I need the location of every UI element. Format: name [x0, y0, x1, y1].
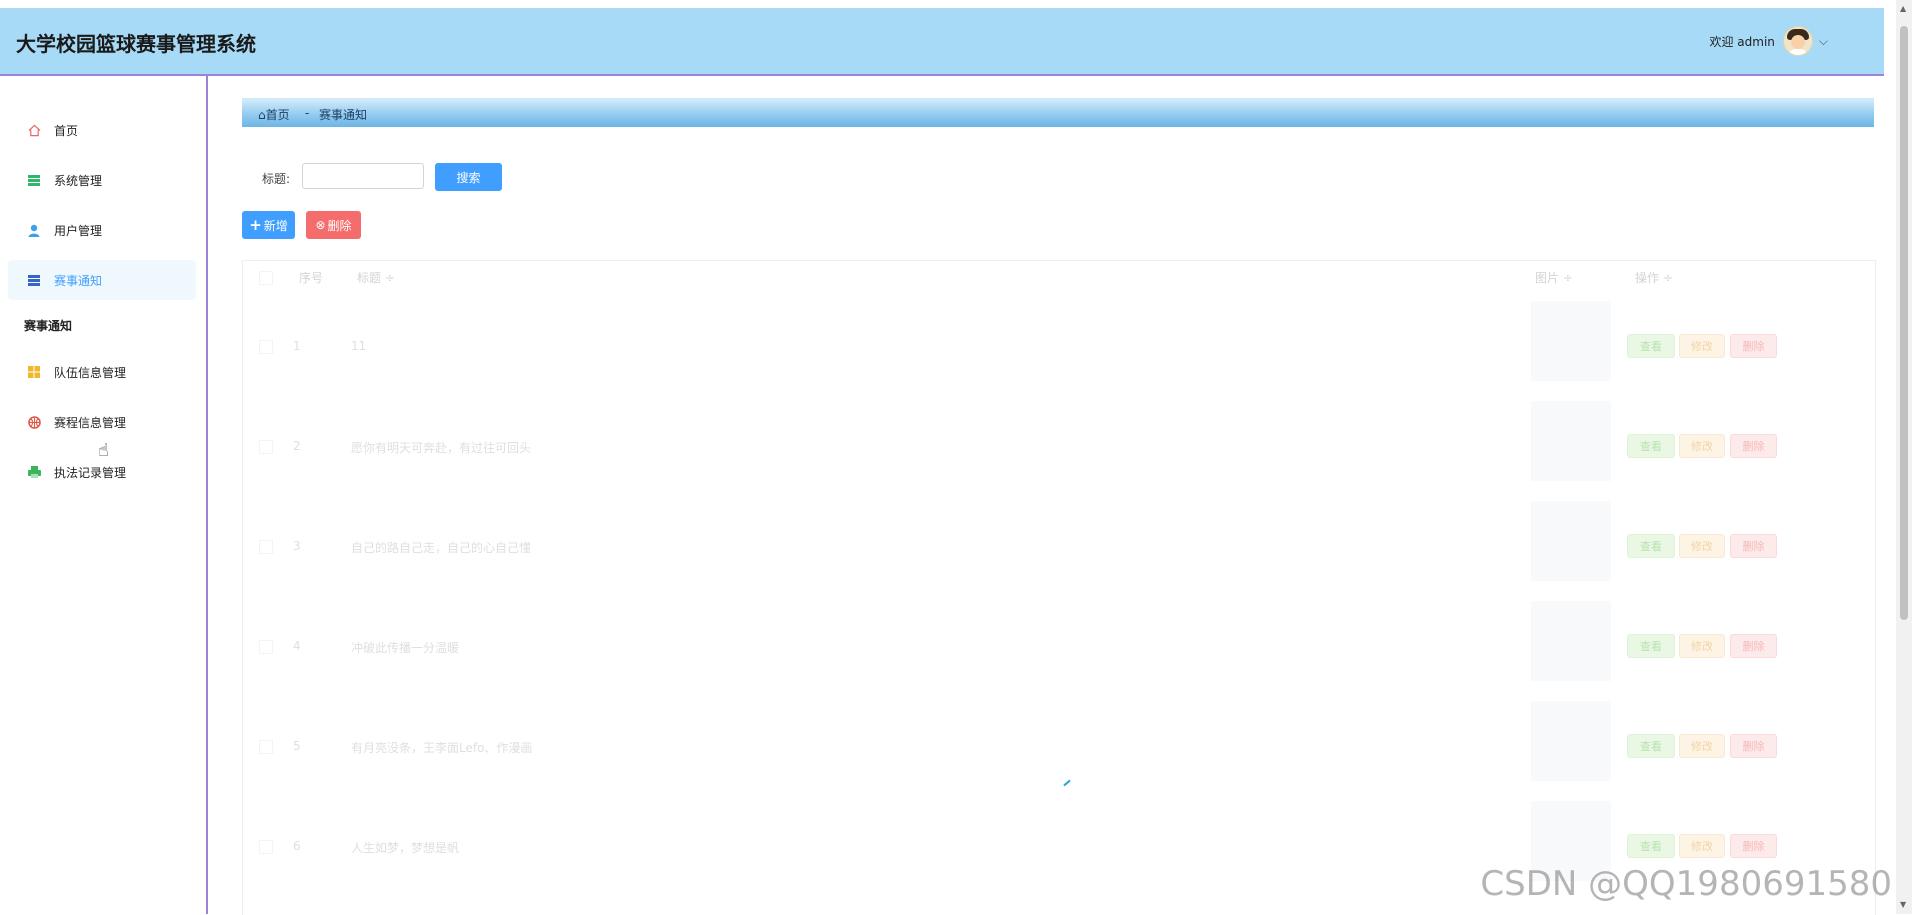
row-image [1531, 701, 1611, 781]
plus-icon: + [249, 216, 262, 234]
home-icon: ⌂ [258, 108, 266, 122]
chevron-down-icon[interactable]: ⌵ [1819, 34, 1828, 49]
sidebar-item-label: 首页 [54, 123, 79, 138]
row-title: 11 [351, 339, 367, 353]
table-row: 4 冲破此传播一分温暖 查看 修改 删除 [243, 601, 1875, 701]
scroll-up-icon[interactable]: ▲ [1900, 4, 1906, 13]
edit-button[interactable]: 修改 [1679, 734, 1725, 758]
sidebar-submenu-notices[interactable]: 赛事通知 [24, 317, 72, 334]
table-row: 2 愿你有明天可奔赴，有过往可回头 查看 修改 删除 [243, 401, 1875, 501]
sidebar-item-home[interactable]: 首页 [8, 110, 196, 150]
row-index: 4 [293, 639, 301, 653]
column-header-index: 序号 [299, 271, 324, 285]
printer-icon [26, 464, 42, 480]
row-checkbox[interactable] [259, 340, 273, 354]
view-button[interactable]: 查看 [1627, 534, 1675, 558]
add-button[interactable]: + 新增 [242, 211, 295, 239]
row-index: 3 [293, 539, 301, 553]
row-title: 人生如梦，梦想是帆 [351, 841, 460, 855]
edit-button[interactable]: 修改 [1679, 334, 1725, 358]
row-delete-button[interactable]: 删除 [1730, 434, 1777, 458]
app-title: 大学校园篮球赛事管理系统 [16, 32, 256, 56]
row-image [1531, 301, 1611, 381]
avatar[interactable] [1782, 26, 1813, 56]
row-image [1531, 501, 1611, 581]
search-input[interactable] [302, 163, 424, 189]
grid-icon [26, 364, 42, 380]
row-title: 愿你有明天可奔赴，有过往可回头 [351, 441, 532, 455]
globe-icon [26, 414, 42, 430]
close-circle-icon: ⊗ [315, 218, 326, 232]
sidebar-item-system[interactable]: 系统管理 [8, 160, 196, 200]
column-header-actions[interactable]: 操作 ÷ [1635, 269, 1673, 286]
table-row: 5 有月亮没条，王李面Lefo、作漫画 查看 修改 删除 [243, 701, 1875, 801]
sidebar-item-notices[interactable]: 赛事通知 [8, 260, 196, 300]
home-icon [26, 122, 42, 138]
watermark: CSDN @QQ1980691580 [1480, 864, 1892, 904]
row-delete-button[interactable]: 删除 [1730, 634, 1777, 658]
list-icon [26, 272, 42, 288]
sidebar-item-label: 用户管理 [54, 223, 103, 238]
edit-button[interactable]: 修改 [1679, 434, 1725, 458]
row-image [1531, 401, 1611, 481]
breadcrumb-separator: - [305, 106, 310, 120]
row-image [1531, 601, 1611, 681]
search-button[interactable]: 搜索 [435, 163, 502, 191]
row-delete-button[interactable]: 删除 [1730, 334, 1777, 358]
view-button[interactable]: 查看 [1627, 634, 1675, 658]
top-header: 大学校园篮球赛事管理系统 欢迎 admin ⌵ [0, 8, 1884, 76]
delete-button[interactable]: ⊗ 删除 [306, 211, 361, 239]
row-index: 1 [293, 339, 301, 353]
hand-cursor-icon: ☝ [98, 440, 109, 461]
row-checkbox[interactable] [259, 540, 273, 554]
breadcrumb-home[interactable]: ⌂首页 [258, 106, 290, 123]
view-button[interactable]: 查看 [1627, 434, 1675, 458]
row-delete-button[interactable]: 删除 [1730, 534, 1777, 558]
edit-button[interactable]: 修改 [1679, 534, 1725, 558]
page-scrollbar[interactable]: ▲ ▼ [1896, 0, 1912, 914]
row-checkbox[interactable] [259, 640, 273, 654]
row-checkbox[interactable] [259, 440, 273, 454]
column-header-image[interactable]: 图片 ÷ [1535, 269, 1573, 286]
sidebar-item-label: 系统管理 [54, 173, 103, 188]
table-row: 1 11 查看 修改 删除 [243, 301, 1875, 401]
view-button[interactable]: 查看 [1627, 834, 1675, 858]
row-delete-button[interactable]: 删除 [1730, 734, 1777, 758]
sidebar-item-users[interactable]: 用户管理 [8, 210, 196, 250]
row-title: 有月亮没条，王李面Lefo、作漫画 [351, 741, 533, 755]
notice-table: 序号 标题 ÷ 图片 ÷ 操作 ÷ 1 11 查看 修改 删除 2 愿你有明天可… [242, 260, 1876, 915]
row-title: 自己的路自己走，自己的心自己懂 [351, 541, 532, 555]
breadcrumb: ⌂首页 - 赛事通知 [242, 98, 1874, 127]
sidebar-item-label: 执法记录管理 [54, 465, 127, 480]
scroll-down-icon[interactable]: ▼ [1900, 900, 1906, 909]
row-index: 6 [293, 839, 301, 853]
sidebar-item-label: 队伍信息管理 [54, 365, 127, 380]
sidebar-item-label: 赛事通知 [54, 273, 103, 288]
row-index: 5 [293, 739, 301, 753]
select-all-checkbox[interactable] [259, 271, 273, 285]
search-label: 标题: [262, 172, 291, 186]
edit-button[interactable]: 修改 [1679, 834, 1725, 858]
row-checkbox[interactable] [259, 840, 273, 854]
row-index: 2 [293, 439, 301, 453]
scrollbar-thumb[interactable] [1900, 26, 1908, 620]
table-row: 3 自己的路自己走，自己的心自己懂 查看 修改 删除 [243, 501, 1875, 601]
sidebar: 首页 系统管理 用户管理 赛事通知 赛事通知 队伍信息管理 赛程信息管理 执法记… [0, 76, 208, 914]
view-button[interactable]: 查看 [1627, 734, 1675, 758]
sidebar-item-label: 赛程信息管理 [54, 415, 127, 430]
welcome-text: 欢迎 admin [1709, 34, 1775, 49]
breadcrumb-current: 赛事通知 [319, 108, 368, 122]
row-title: 冲破此传播一分温暖 [351, 641, 460, 655]
sidebar-item-schedule[interactable]: 赛程信息管理 [8, 402, 196, 442]
view-button[interactable]: 查看 [1627, 334, 1675, 358]
user-menu[interactable]: 欢迎 admin ⌵ [1709, 26, 1828, 56]
list-icon [26, 172, 42, 188]
column-header-title[interactable]: 标题 ÷ [357, 269, 395, 286]
edit-button[interactable]: 修改 [1679, 634, 1725, 658]
row-delete-button[interactable]: 删除 [1730, 834, 1777, 858]
table-header: 序号 标题 ÷ 图片 ÷ 操作 ÷ [243, 261, 1875, 293]
user-icon [26, 222, 42, 238]
sidebar-item-teams[interactable]: 队伍信息管理 [8, 352, 196, 392]
row-checkbox[interactable] [259, 740, 273, 754]
